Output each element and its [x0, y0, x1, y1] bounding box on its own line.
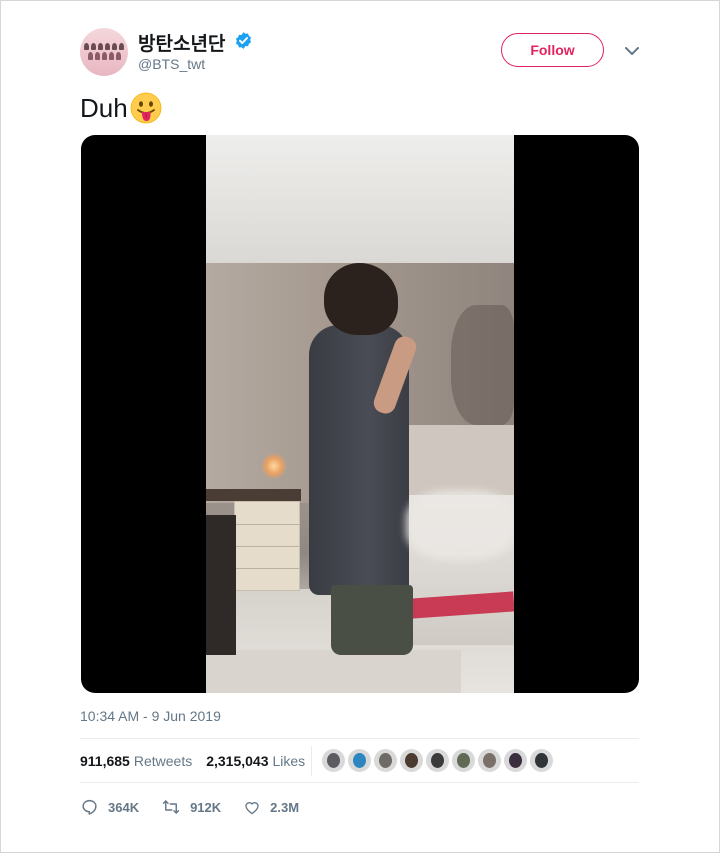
tweet-text: Duh	[80, 92, 162, 124]
reply-count: 364K	[108, 799, 140, 815]
chevron-down-icon[interactable]	[624, 45, 640, 57]
retweet-icon	[162, 800, 180, 814]
liker-avatar[interactable]	[452, 749, 475, 772]
video-frame	[206, 135, 514, 693]
liker-avatar[interactable]	[348, 749, 371, 772]
likes-count: 2,315,043	[206, 753, 269, 769]
liker-avatar[interactable]	[322, 749, 345, 772]
liker-avatar[interactable]	[426, 749, 449, 772]
retweet-button[interactable]: 912K	[161, 798, 221, 816]
divider	[80, 738, 639, 739]
reply-icon	[82, 799, 97, 815]
liker-avatar[interactable]	[530, 749, 553, 772]
liker-avatars	[322, 749, 553, 772]
verified-badge-icon	[235, 32, 252, 49]
like-button[interactable]: 2.3M	[243, 799, 299, 816]
retweets-count: 911,685	[80, 753, 130, 769]
user-handle[interactable]: @BTS_twt	[138, 56, 205, 72]
follow-button[interactable]: Follow	[501, 33, 604, 67]
tweet-text-content: Duh	[80, 92, 128, 123]
heart-icon	[245, 801, 259, 814]
divider	[80, 782, 639, 783]
retweet-count: 912K	[190, 799, 222, 815]
face-with-tongue-icon	[130, 92, 162, 124]
retweets-stat[interactable]: 911,685 Retweets	[80, 753, 192, 769]
liker-avatar[interactable]	[504, 749, 527, 772]
liker-avatar[interactable]	[400, 749, 423, 772]
retweets-label: Retweets	[133, 753, 193, 769]
divider	[311, 746, 312, 776]
tweet-actions: 364K 912K 2.3M	[80, 798, 321, 816]
avatar[interactable]	[80, 28, 128, 76]
tweet-stats: 911,685 Retweets 2,315,043 Likes	[80, 753, 305, 769]
video-player[interactable]	[81, 135, 639, 693]
like-count: 2.3M	[270, 799, 300, 815]
liker-avatar[interactable]	[374, 749, 397, 772]
reply-button[interactable]: 364K	[80, 798, 139, 816]
likes-label: Likes	[272, 753, 306, 769]
likes-stat[interactable]: 2,315,043 Likes	[206, 753, 305, 769]
liker-avatar[interactable]	[478, 749, 501, 772]
tweet-timestamp[interactable]: 10:34 AM - 9 Jun 2019	[80, 708, 221, 724]
display-name[interactable]: 방탄소년단	[138, 29, 225, 56]
